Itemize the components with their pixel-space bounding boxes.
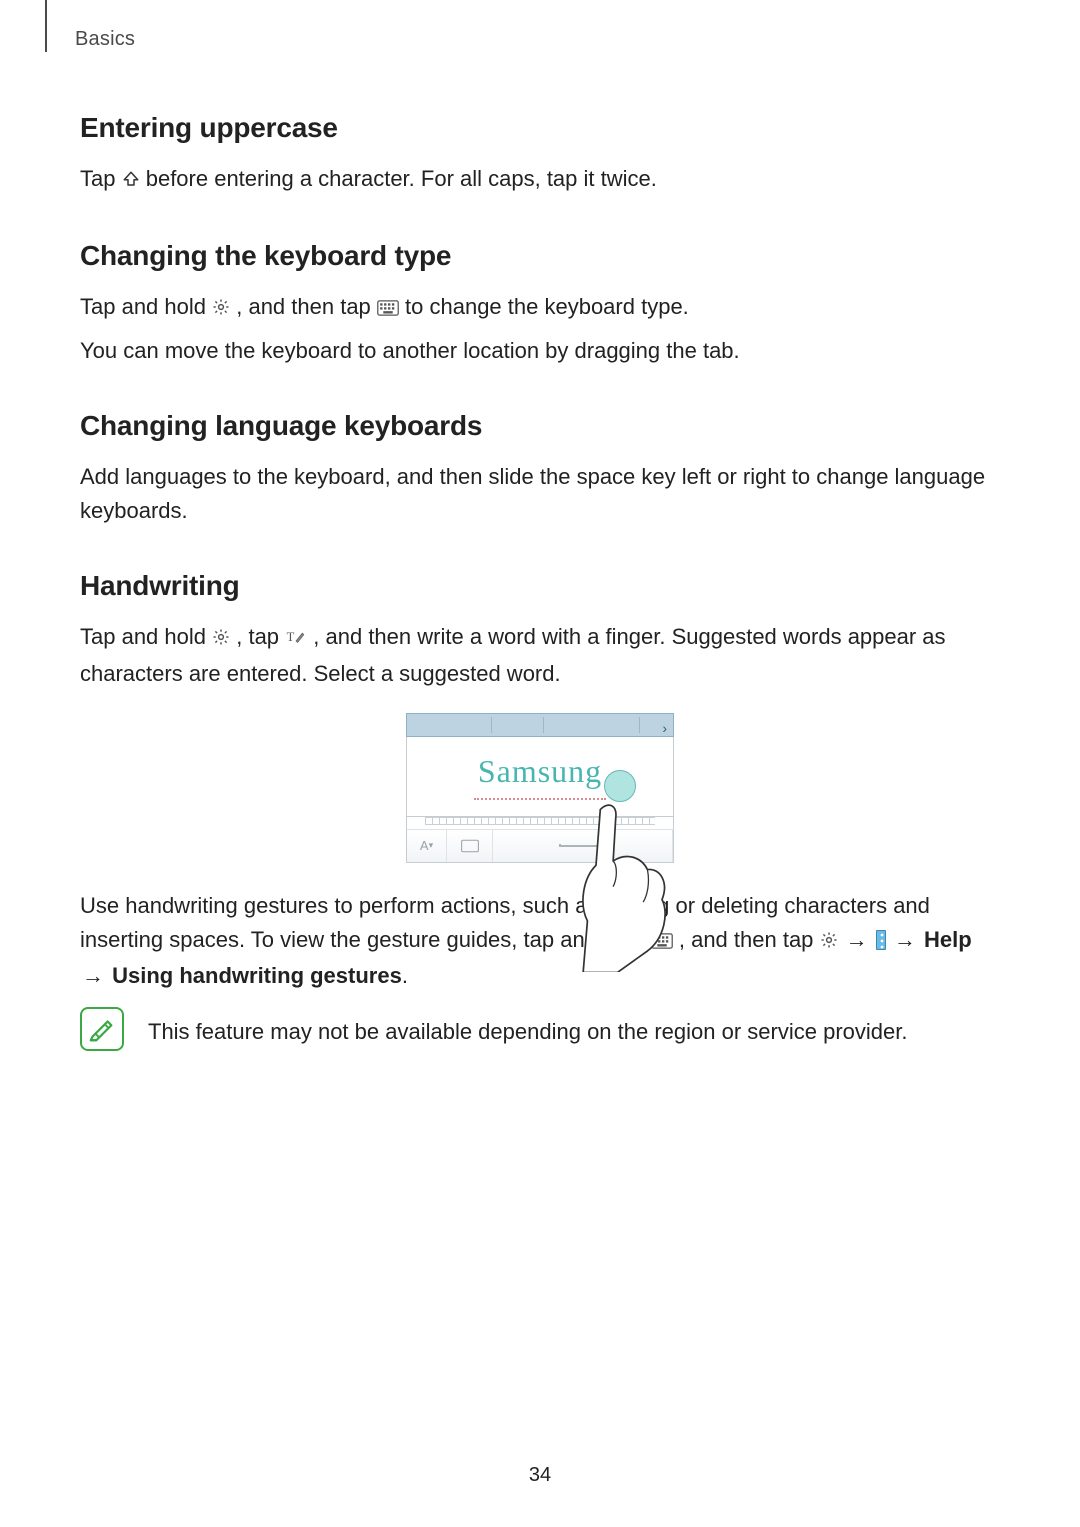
section-body: Tap before entering a character. For all… — [80, 162, 1000, 198]
text-run: Tap and hold — [80, 294, 212, 319]
section-title: Changing language keyboards — [80, 410, 1000, 442]
handwriting-pen-icon: T — [285, 622, 307, 656]
text-run: to change the keyboard type. — [405, 294, 689, 319]
keyboard-icon — [377, 292, 399, 326]
note-block: This feature may not be available depend… — [80, 1007, 1000, 1051]
page-content: Entering uppercase Tap before entering a… — [80, 52, 1000, 1051]
handwriting-figure: › Samsung A▾ — [80, 713, 1000, 863]
more-options-icon — [876, 930, 886, 950]
touch-indicator-icon — [604, 770, 636, 802]
menu-path-gestures: Using handwriting gestures — [112, 963, 402, 988]
figure-handwriting-text: Samsung — [474, 747, 606, 801]
arrow-icon: → — [80, 959, 106, 993]
gear-icon — [212, 292, 230, 326]
section-body: Tap and hold , and then tap to change th… — [80, 290, 1000, 368]
paragraph: Add languages to the keyboard, and then … — [80, 460, 1000, 528]
arrow-icon: → — [844, 923, 870, 957]
text-run: , tap — [236, 624, 285, 649]
paragraph: You can move the keyboard to another loc… — [80, 334, 1000, 368]
text-run: Tap — [80, 166, 122, 191]
paragraph: Use handwriting gestures to perform acti… — [80, 889, 1000, 993]
figure-key: A▾ — [407, 830, 447, 862]
header-rule — [45, 0, 47, 52]
section-body: Tap and hold , tap T , and then write a … — [80, 620, 1000, 1050]
shift-icon — [122, 164, 140, 198]
paragraph: Tap before entering a character. For all… — [80, 162, 1000, 198]
gear-icon — [212, 622, 230, 656]
section-title: Handwriting — [80, 570, 1000, 602]
text-run: , and then tap — [679, 927, 820, 952]
section-body: Add languages to the keyboard, and then … — [80, 460, 1000, 528]
section-title: Entering uppercase — [80, 112, 1000, 144]
breadcrumb: Basics — [75, 28, 135, 51]
text-run: before entering a character. For all cap… — [146, 166, 657, 191]
section-title: Changing the keyboard type — [80, 240, 1000, 272]
figure-key — [447, 830, 493, 862]
chevron-right-icon: › — [662, 718, 667, 740]
section-changing-language-keyboards: Changing language keyboards Add language… — [80, 410, 1000, 528]
note-icon — [80, 1007, 124, 1051]
text-run: Tap and hold — [80, 624, 212, 649]
figure-suggestion-bar: › — [406, 713, 674, 737]
menu-path-help: Help — [924, 927, 972, 952]
hand-icon — [566, 801, 686, 972]
text-run: . — [402, 963, 408, 988]
text-run: , and then tap — [236, 294, 377, 319]
paragraph: Tap and hold , and then tap to change th… — [80, 290, 1000, 326]
section-entering-uppercase: Entering uppercase Tap before entering a… — [80, 112, 1000, 198]
section-handwriting: Handwriting Tap and hold , tap T , and t… — [80, 570, 1000, 1050]
manual-page: Basics Entering uppercase Tap before ent… — [0, 0, 1080, 1527]
note-text: This feature may not be available depend… — [148, 1007, 907, 1049]
paragraph: Tap and hold , tap T , and then write a … — [80, 620, 1000, 690]
page-number: 34 — [0, 1464, 1080, 1487]
page-header: Basics — [80, 0, 1000, 52]
section-changing-keyboard-type: Changing the keyboard type Tap and hold … — [80, 240, 1000, 368]
figure-keyboard: › Samsung A▾ — [406, 713, 674, 863]
arrow-icon: → — [892, 923, 918, 957]
svg-text:T: T — [287, 630, 295, 644]
gear-icon — [820, 925, 838, 959]
